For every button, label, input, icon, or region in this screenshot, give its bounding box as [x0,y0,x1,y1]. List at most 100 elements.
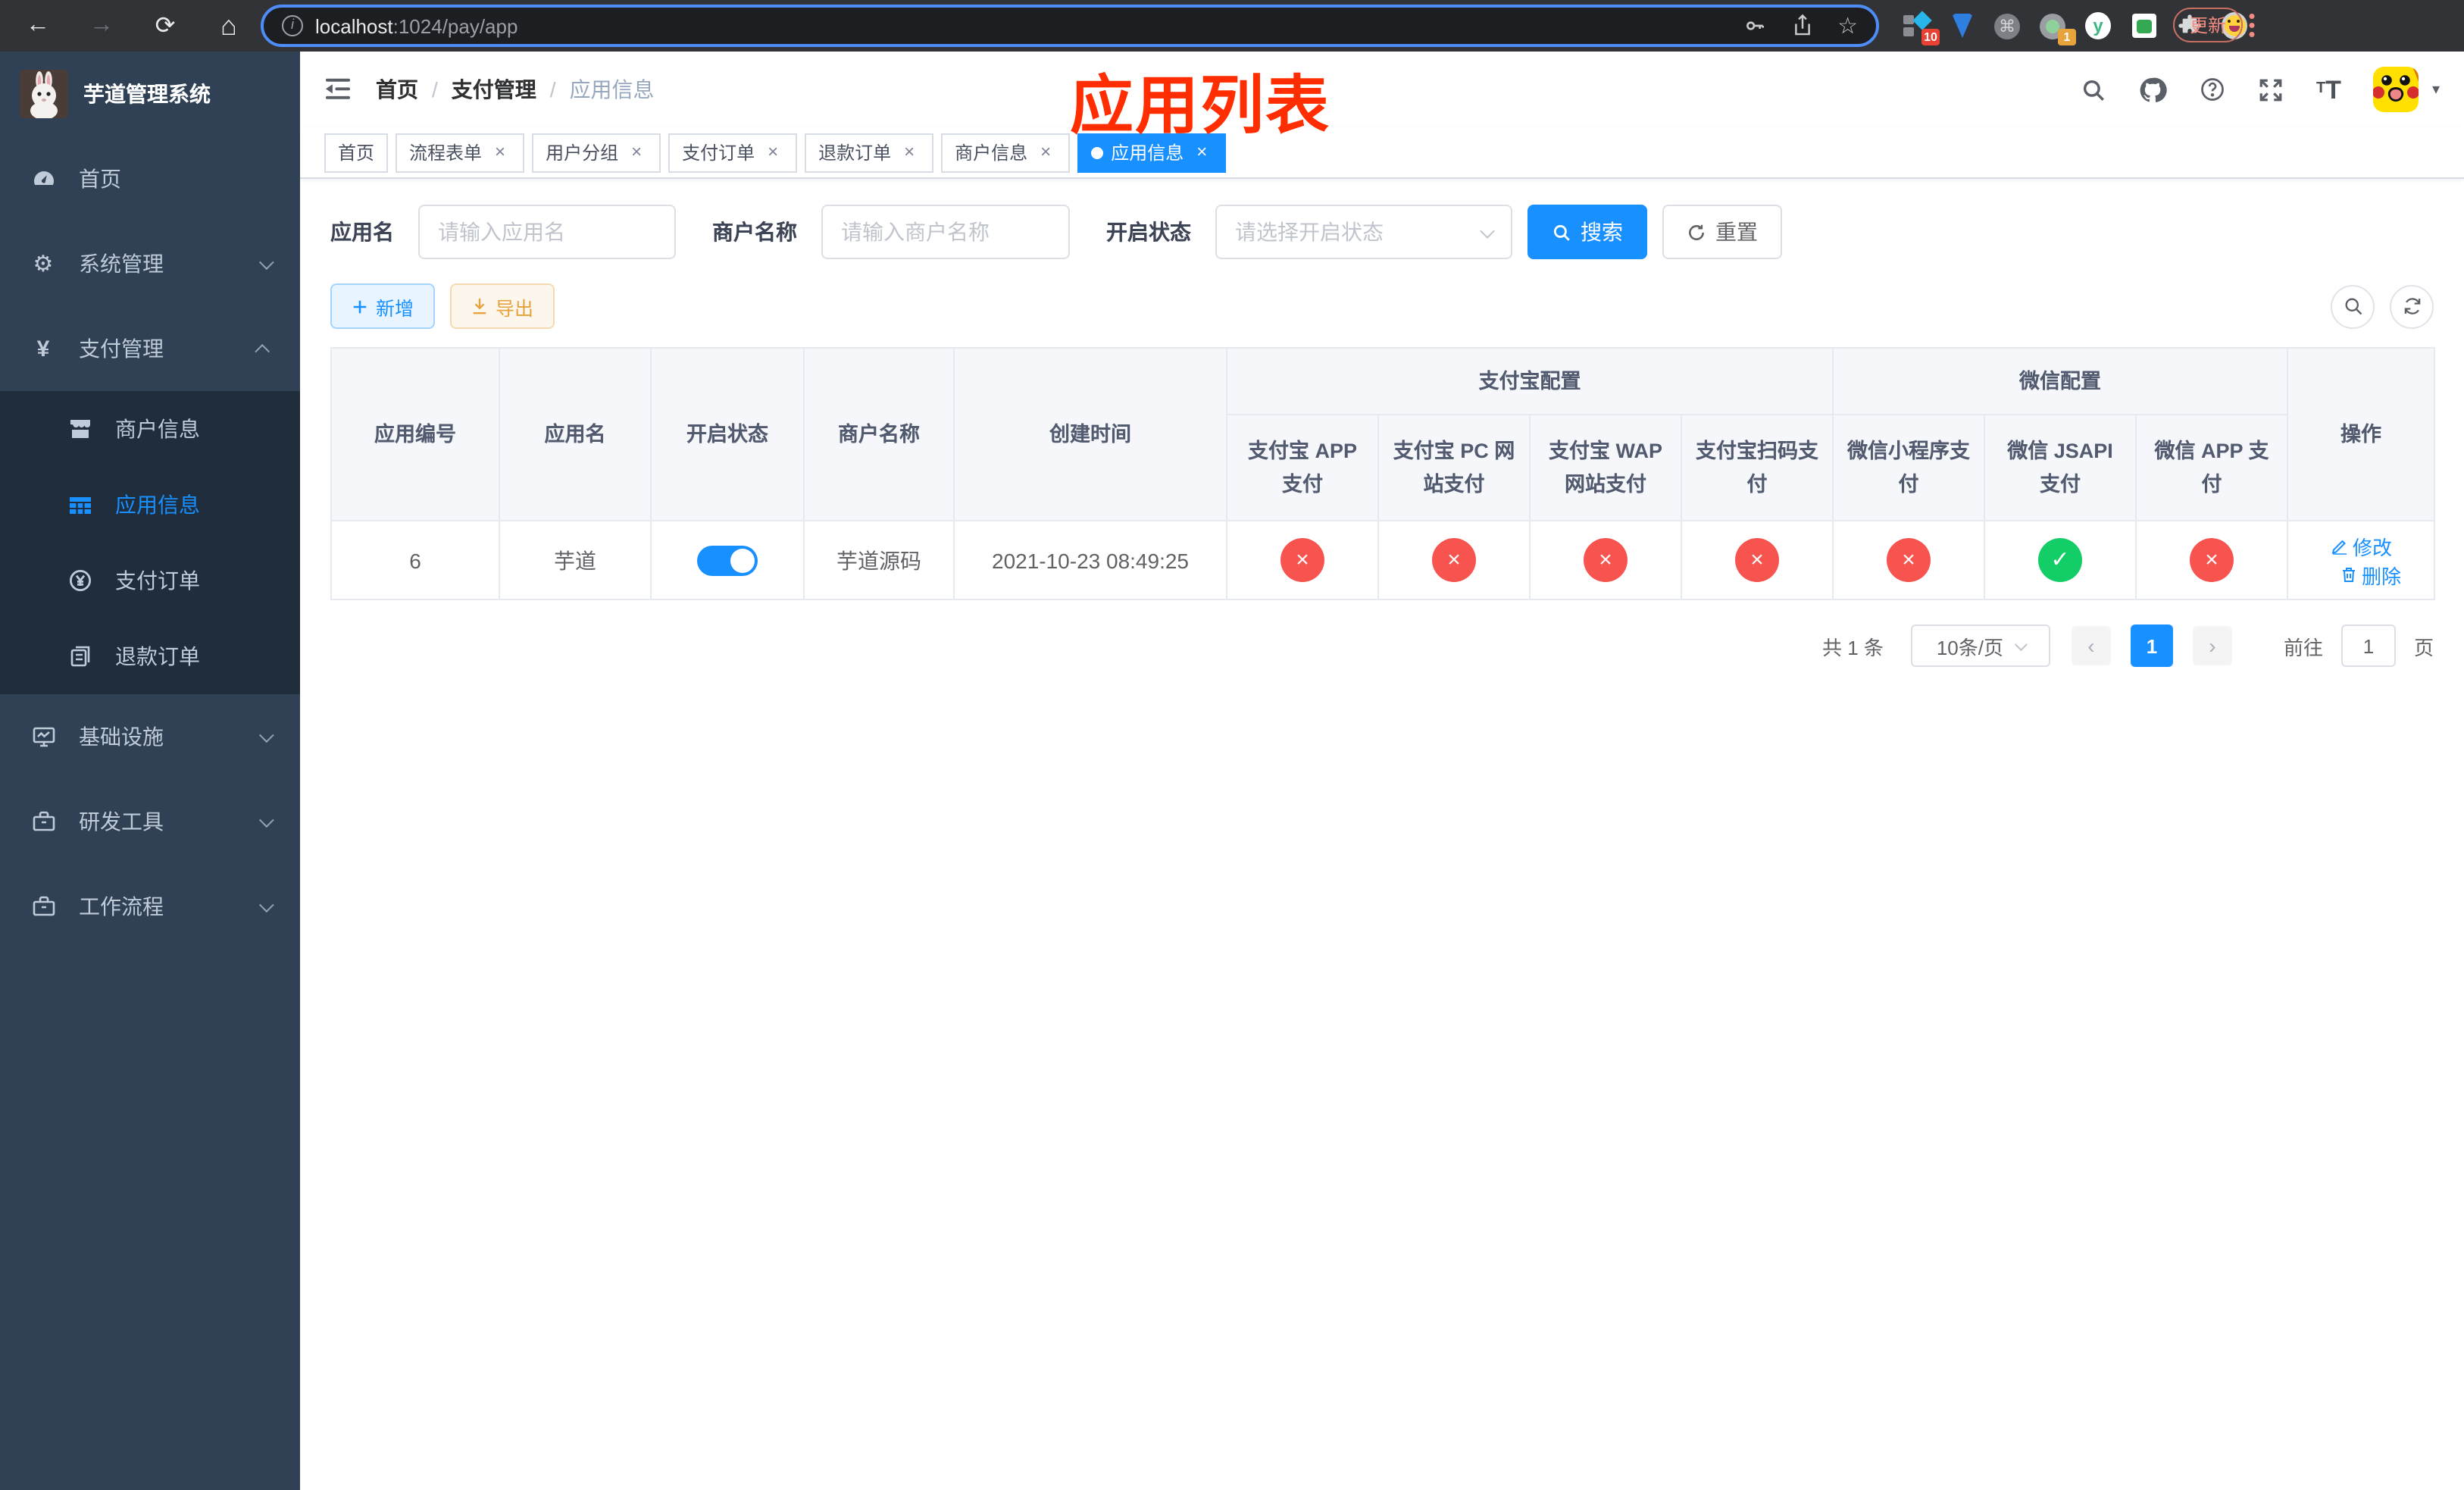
app-name-input[interactable] [418,205,676,259]
tag-merchant-info[interactable]: 商户信息 × [941,133,1071,172]
bookmark-star-icon[interactable]: ☆ [1837,12,1858,39]
sidebar-item-dev-tools[interactable]: 研发工具 [0,779,300,864]
monitor-icon [30,725,56,749]
browser-toolbar: ← → ⟳ ⌂ i localhost:1024/pay/app ☆ 10 ⌘ … [0,0,2464,52]
toggle-search-button[interactable] [2331,284,2375,328]
sidebar-item-infrastructure[interactable]: 基础设施 [0,694,300,779]
page-suffix-label: 页 [2413,636,2434,659]
close-icon[interactable]: × [762,141,783,163]
browser-reload-icon[interactable]: ⟳ [152,11,179,41]
cell-wx-app: × [2134,520,2289,600]
sidebar-item-refund-order[interactable]: 退款订单 [0,618,300,694]
reset-button[interactable]: 重置 [1662,205,1782,259]
breadcrumb-home[interactable]: 首页 [376,74,418,105]
app-logo-row[interactable]: 芋道管理系统 [0,52,300,136]
main-area: 首页 / 支付管理 / 应用信息 应用列表 TT ▾ 首页 流程表单 × 用户分… [300,52,2464,1490]
col-wx-lite: 微信小程序支付 [1832,414,1985,521]
sidebar-item-merchant-info[interactable]: 商户信息 [0,391,300,467]
download-icon [473,298,486,315]
browser-menu-icon[interactable]: • • • [2247,6,2256,44]
status-toggle[interactable] [697,545,758,575]
extension-vue-devtools-icon[interactable]: y [2085,12,2111,39]
edit-link[interactable]: 修改 [2330,531,2392,560]
sidebar-item-payment[interactable]: ¥ 支付管理 [0,306,300,391]
col-status: 开启状态 [650,347,805,521]
table-row: 6 芋道 芋道源码 2021-10-23 08:49:25 × × × × × … [330,520,2436,600]
sidebar-item-label: 商户信息 [115,417,200,441]
refresh-icon [1689,224,1704,239]
prev-page-button[interactable]: ‹ [2071,626,2111,665]
page-size-select[interactable]: 10条/页 [1910,624,2050,667]
plus-icon [353,299,367,313]
chevron-down-icon [258,254,274,270]
delete-link[interactable]: 删除 [2339,560,2401,589]
store-icon [67,417,92,441]
merchant-name-input[interactable] [821,205,1070,259]
browser-forward-icon[interactable]: → [88,12,115,39]
sidebar-item-label: 支付订单 [115,568,200,593]
share-icon[interactable] [1790,14,1813,38]
chrome-update-button[interactable]: 更新 [2173,8,2244,42]
goto-label: 前往 [2283,636,2323,659]
close-icon[interactable]: × [626,141,647,163]
user-avatar[interactable] [2372,67,2419,112]
sidebar-item-label: 系统管理 [79,252,164,276]
cell-wx-jsapi: ✓ [1984,520,2137,600]
refresh-table-button[interactable] [2390,284,2434,328]
sidebar-item-workflow[interactable]: 工作流程 [0,864,300,949]
tag-pay-order[interactable]: 支付订单 × [668,133,798,172]
col-wx-jsapi: 微信 JSAPI 支付 [1984,414,2137,521]
tag-home[interactable]: 首页 [324,133,389,172]
search-button[interactable]: 搜索 [1527,205,1647,259]
close-icon[interactable]: × [899,141,920,163]
extension-chat-icon[interactable] [2131,13,2156,39]
tag-user-group[interactable]: 用户分组 × [532,133,661,172]
github-icon[interactable] [2139,75,2168,104]
close-icon[interactable]: × [1035,141,1056,163]
add-button[interactable]: 新增 [330,283,436,329]
extension-grid-icon[interactable]: 10 [1903,10,1940,45]
sidebar-collapse-icon[interactable] [324,77,352,102]
status-select[interactable]: 请选择开启状态 [1215,205,1512,259]
site-info-icon[interactable]: i [282,15,303,36]
sidebar-item-system[interactable]: ⚙ 系统管理 [0,221,300,306]
col-alipay-app: 支付宝 APP 支付 [1226,414,1379,521]
extension-command-icon[interactable]: ⌘ [1994,13,2020,39]
chevron-down-icon [2014,638,2028,652]
refresh-icon [2403,298,2420,315]
sidebar-item-pay-order[interactable]: 支付订单 [0,543,300,618]
password-key-icon[interactable] [1742,14,1766,38]
status-cross-icon: × [1735,538,1779,582]
browser-home-icon[interactable]: ⌂ [215,10,242,42]
sidebar-item-app-info[interactable]: 应用信息 [0,467,300,543]
tag-refund-order[interactable]: 退款订单 × [805,133,934,172]
gear-icon: ⚙ [33,252,54,277]
breadcrumb-payment[interactable]: 支付管理 [452,74,536,105]
sidebar-item-home[interactable]: 首页 [0,136,300,221]
goto-page-input[interactable] [2340,624,2396,667]
status-cross-icon: × [1280,538,1324,582]
sidebar-item-label: 首页 [79,167,121,191]
payment-submenu: 商户信息 应用信息 支付订单 退款订单 [0,391,300,694]
close-icon[interactable]: × [489,141,511,163]
address-bar[interactable]: i localhost:1024/pay/app ☆ [261,5,1879,47]
browser-back-icon[interactable]: ← [24,12,52,39]
help-icon[interactable] [2200,76,2227,103]
export-button[interactable]: 导出 [450,283,555,329]
cell-created: 2021-10-23 08:49:25 [953,520,1227,600]
next-page-button[interactable]: › [2192,626,2232,665]
page-number-button[interactable]: 1 [2130,624,2173,667]
tag-process-form[interactable]: 流程表单 × [396,133,525,172]
extension-recorder-icon[interactable]: 1 [2040,13,2076,45]
search-icon [1553,224,1570,240]
url-text[interactable]: localhost:1024/pay/app [315,14,518,37]
status-cross-icon: × [1887,538,1931,582]
cell-wx-lite: × [1832,520,1985,600]
avatar-caret-down-icon[interactable]: ▾ [2432,81,2440,98]
extension-kite-icon[interactable] [1949,13,1975,39]
header-search-icon[interactable] [2081,77,2107,102]
yen-icon: ¥ [36,336,50,362]
status-cross-icon: × [1432,538,1476,582]
font-size-icon[interactable]: TT [2316,77,2341,102]
fullscreen-icon[interactable] [2259,77,2284,102]
